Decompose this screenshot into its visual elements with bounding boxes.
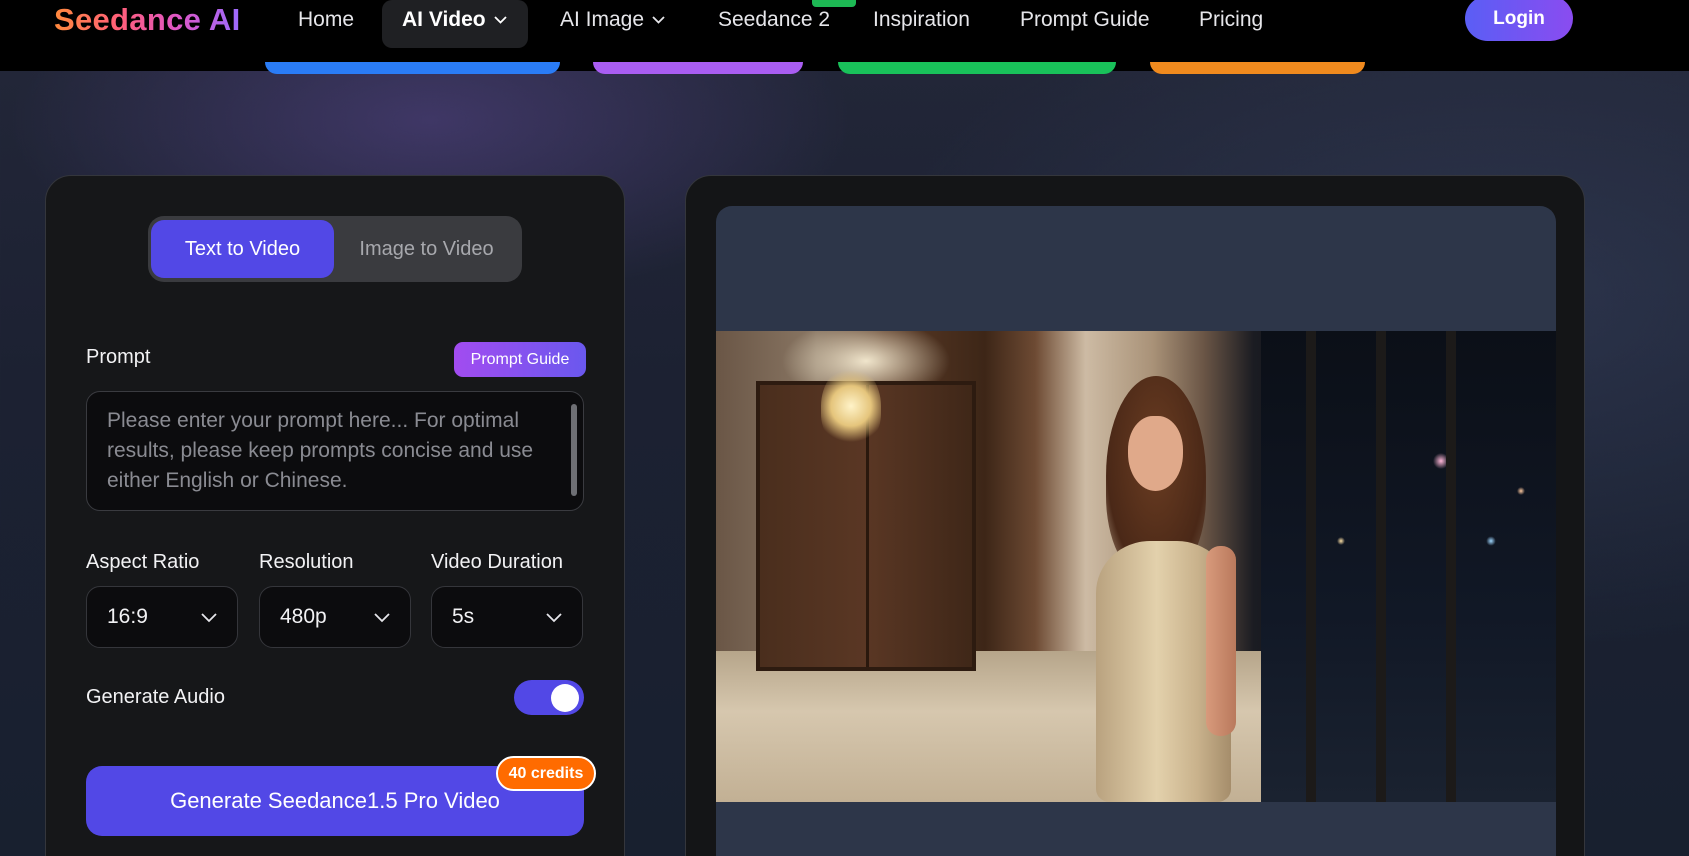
nav-inspiration-label: Inspiration — [873, 8, 970, 31]
scene-face — [1128, 416, 1183, 491]
nav-pricing-label: Pricing — [1199, 8, 1264, 31]
prompt-guide-button[interactable]: Prompt Guide — [454, 342, 586, 377]
chevron-down-icon — [546, 605, 562, 629]
scrolled-pill-green[interactable] — [838, 62, 1116, 74]
scene-mullion — [1306, 331, 1316, 802]
resolution-label: Resolution — [259, 551, 354, 573]
nav-ai-video[interactable]: AI Video — [382, 0, 528, 48]
scene-chandelier — [821, 366, 881, 446]
nav-prompt-guide[interactable]: Prompt Guide — [1020, 0, 1150, 40]
nav-ai-image[interactable]: AI Image — [560, 0, 666, 40]
aspect-ratio-value: 16:9 — [107, 605, 148, 628]
video-duration-label: Video Duration — [431, 551, 563, 573]
nav-home[interactable]: Home — [298, 0, 354, 40]
nav-prompt-guide-label: Prompt Guide — [1020, 8, 1150, 31]
video-duration-select[interactable]: 5s — [431, 586, 583, 648]
resolution-select[interactable]: 480p — [259, 586, 411, 648]
scrolled-pill-orange[interactable] — [1150, 62, 1365, 74]
preview-panel — [685, 175, 1585, 856]
video-container — [716, 206, 1556, 856]
top-nav: Seedance AI Home AI Video AI Image Seeda… — [0, 0, 1689, 71]
login-button[interactable]: Login — [1465, 0, 1573, 41]
video-duration-value: 5s — [452, 605, 475, 628]
chevron-down-icon — [201, 605, 217, 629]
prompt-scrollbar[interactable] — [571, 404, 577, 496]
nav-ai-video-label: AI Video — [402, 8, 486, 31]
generate-audio-label: Generate Audio — [86, 686, 225, 708]
aspect-ratio-label: Aspect Ratio — [86, 551, 200, 573]
resolution-value: 480p — [280, 605, 327, 628]
nav-seedance-2[interactable]: Seedance 2 — [718, 0, 830, 40]
nav-seedance-2-label: Seedance 2 — [718, 8, 831, 31]
toggle-knob — [551, 684, 579, 712]
nav-ai-image-label: AI Image — [560, 8, 645, 31]
logo[interactable]: Seedance AI — [54, 0, 241, 40]
nav-inspiration[interactable]: Inspiration — [873, 0, 970, 40]
prompt-input[interactable] — [86, 391, 584, 511]
aspect-ratio-select[interactable]: 16:9 — [86, 586, 238, 648]
scrolled-pill-purple[interactable] — [593, 62, 803, 74]
scene-arm — [1206, 546, 1236, 736]
tab-image-to-video[interactable]: Image to Video — [334, 220, 519, 278]
mode-switch: Text to Video Image to Video — [148, 216, 522, 282]
chevron-down-icon — [374, 605, 390, 629]
scrolled-pill-blue[interactable] — [265, 62, 560, 74]
scene-person — [1086, 376, 1236, 802]
generate-audio-toggle[interactable] — [514, 680, 584, 715]
nav-home-label: Home — [298, 8, 355, 31]
generator-panel: Text to Video Image to Video Prompt Prom… — [45, 175, 625, 856]
prompt-label: Prompt — [86, 346, 151, 368]
credits-badge: 40 credits — [496, 756, 596, 791]
scene-mullion — [1376, 331, 1386, 802]
scene-mullion — [1446, 331, 1456, 802]
video-preview[interactable] — [716, 331, 1556, 802]
nav-pricing[interactable]: Pricing — [1199, 0, 1263, 40]
chevron-down-icon — [652, 0, 666, 40]
tab-text-to-video[interactable]: Text to Video — [151, 220, 334, 278]
chevron-down-icon — [494, 0, 508, 40]
